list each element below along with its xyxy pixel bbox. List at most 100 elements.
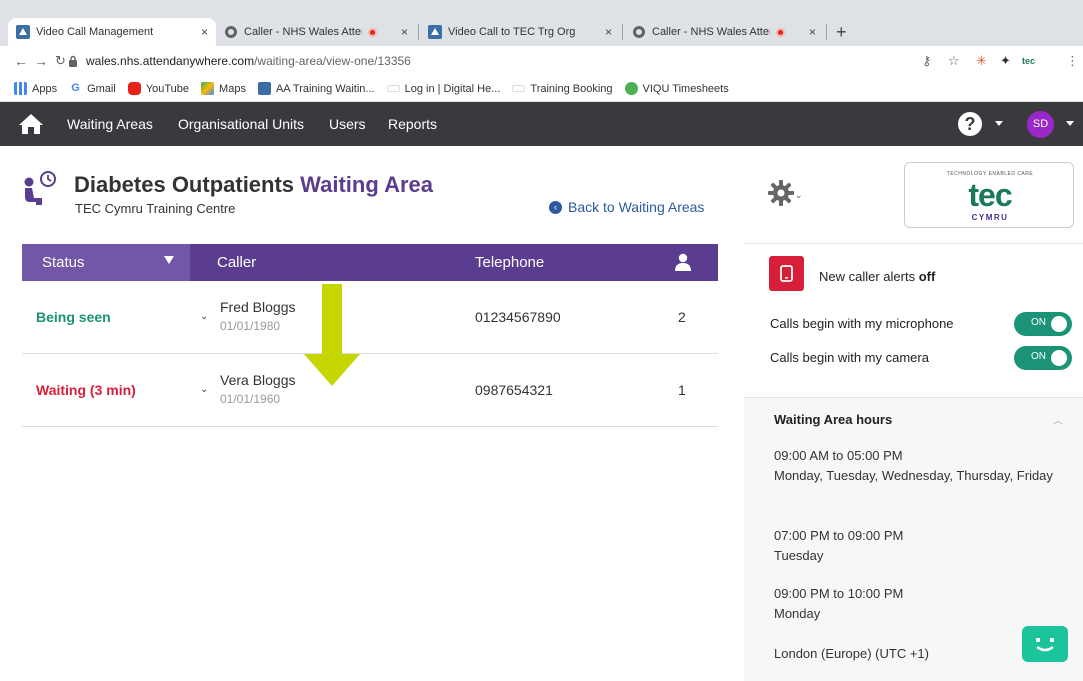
forward-arrow-icon[interactable]: →	[34, 53, 48, 69]
toggle-label: ON	[1031, 351, 1046, 362]
back-link-label: Back to Waiting Areas	[568, 199, 705, 215]
browser-menu-icon[interactable]: ⋮	[1066, 53, 1079, 69]
back-arrow-icon[interactable]: ←	[14, 53, 28, 69]
table-row[interactable]: Being seen ⌄ Fred Bloggs 01/01/1980 0123…	[22, 281, 718, 354]
caller-name: Vera Bloggs	[220, 372, 296, 388]
status-header-label: Status	[42, 254, 85, 271]
camera-toggle[interactable]: ON	[1014, 346, 1072, 370]
logo-sub: CYMRU	[971, 213, 1009, 222]
hours-days: Monday	[774, 606, 821, 621]
globe-icon	[225, 26, 237, 38]
side-panel-header: ⌄ TECHNOLOGY ENABLED CARE tec CYMRU	[744, 146, 1083, 244]
address-bar: ← → ↻ wales.nhs.attendanywhere.com/waiti…	[0, 46, 1083, 76]
tab-close-icon[interactable]: ×	[201, 25, 208, 39]
tab-close-icon[interactable]: ×	[809, 25, 816, 39]
help-caret-icon[interactable]	[995, 121, 1003, 126]
nav-organisational-units[interactable]: Organisational Units	[178, 102, 304, 146]
apps-grid-icon	[14, 82, 27, 95]
bookmark-training-booking[interactable]: Training Booking	[512, 83, 613, 95]
star-icon[interactable]: ☆	[948, 53, 960, 69]
browser-tab-video-call-management[interactable]: Video Call Management ×	[8, 18, 216, 46]
toggle-knob	[1051, 316, 1067, 332]
chevron-down-icon[interactable]: ⌄	[200, 384, 208, 395]
globe-icon	[633, 26, 645, 38]
extension-sparkle-icon[interactable]: ✳	[976, 53, 987, 69]
bookmark-digital-health[interactable]: Log in | Digital He...	[386, 82, 501, 95]
nav-waiting-areas[interactable]: Waiting Areas	[67, 102, 153, 146]
new-tab-button[interactable]: +	[836, 20, 847, 44]
home-icon[interactable]	[18, 112, 44, 136]
bookmarks-bar: Apps G Gmail YouTube Maps AA Training Wai…	[0, 76, 1083, 102]
user-avatar[interactable]: SD	[1027, 111, 1054, 138]
alerts-prefix: New caller alerts	[819, 269, 919, 284]
chat-bot-button[interactable]	[1022, 626, 1068, 662]
tec-cymru-logo: TECHNOLOGY ENABLED CARE tec CYMRU	[904, 162, 1074, 228]
puzzle-icon[interactable]: ✦	[1000, 53, 1011, 69]
key-icon[interactable]: ⚷	[922, 53, 932, 69]
user-menu-caret-icon[interactable]	[1066, 121, 1074, 126]
bookmark-maps[interactable]: Maps	[201, 82, 246, 95]
bookmark-aa-training[interactable]: AA Training Waitin...	[257, 82, 375, 95]
hours-time: 07:00 PM to 09:00 PM	[774, 528, 904, 543]
hours-days: Tuesday	[774, 548, 824, 563]
filter-icon[interactable]	[164, 256, 174, 264]
help-icon[interactable]: ?	[958, 112, 982, 136]
call-settings: New caller alerts off Calls begin with m…	[744, 244, 1083, 398]
caller-telephone: 0987654321	[475, 382, 553, 398]
chevron-up-icon[interactable]: ︿	[1053, 412, 1063, 427]
participant-count: 2	[678, 309, 686, 325]
bookmark-label: Log in | Digital He...	[404, 82, 501, 95]
url-host: wales.nhs.attendanywhere.com	[86, 54, 255, 68]
page-subtitle: TEC Cymru Training Centre	[75, 201, 236, 216]
youtube-icon	[127, 82, 141, 95]
app-navbar: Waiting Areas Organisational Units Users…	[0, 102, 1083, 146]
tab-close-icon[interactable]: ×	[401, 25, 408, 39]
reload-icon[interactable]: ↻	[55, 53, 66, 69]
attend-anywhere-favicon-icon	[16, 25, 30, 39]
tab-separator	[826, 24, 827, 40]
alerts-state: off	[918, 269, 936, 284]
browser-tab-caller-2[interactable]: Caller - NHS Wales Attend ×	[624, 18, 824, 46]
microphone-toggle[interactable]: ON	[1014, 312, 1072, 336]
camera-option-label: Calls begin with my camera	[770, 350, 929, 365]
hours-time: 09:00 PM to 10:00 PM	[774, 586, 904, 601]
nav-users[interactable]: Users	[329, 102, 366, 146]
nav-reports[interactable]: Reports	[388, 102, 437, 146]
bookmark-label: Apps	[32, 82, 58, 95]
logo-wordmark: tec	[968, 177, 1012, 213]
settings-chevron-down-icon[interactable]: ⌄	[795, 190, 803, 201]
back-to-waiting-areas-link[interactable]: ‹ Back to Waiting Areas	[549, 199, 704, 215]
bookmark-gmail[interactable]: G Gmail	[69, 82, 116, 95]
bookmark-apps[interactable]: Apps	[14, 82, 57, 95]
page-title-main: Diabetes Outpatients	[74, 172, 295, 197]
url-field[interactable]: wales.nhs.attendanywhere.com/waiting-are…	[86, 54, 411, 68]
bookmark-viqu[interactable]: VIQU Timesheets	[624, 82, 729, 95]
table-row[interactable]: Waiting (3 min) ⌄ Vera Bloggs 01/01/1960…	[22, 354, 718, 427]
attend-anywhere-favicon-icon	[257, 82, 271, 95]
tab-separator	[418, 24, 419, 40]
chevron-down-icon[interactable]: ⌄	[200, 311, 208, 322]
browser-tab-bar: Video Call Management × Caller - NHS Wal…	[0, 0, 1083, 46]
hours-time: 09:00 AM to 05:00 PM	[774, 448, 903, 463]
hours-entry: 07:00 PM to 09:00 PM Tuesday	[774, 526, 1064, 566]
tab-close-icon[interactable]: ×	[605, 25, 612, 39]
hours-entry: 09:00 PM to 10:00 PM Monday	[774, 584, 1064, 624]
dhcw-icon	[512, 85, 526, 92]
browser-tab-video-call-tec[interactable]: Video Call to TEC Trg Org ×	[420, 18, 620, 46]
gear-icon[interactable]	[767, 179, 795, 207]
tec-extension-icon[interactable]: tec	[1022, 56, 1035, 66]
attend-anywhere-favicon-icon	[428, 25, 442, 39]
caller-column-header: Caller	[217, 254, 257, 271]
timezone: London (Europe) (UTC +1)	[774, 646, 929, 661]
caller-telephone: 01234567890	[475, 309, 561, 325]
toggle-knob	[1051, 350, 1067, 366]
tab-title: Caller - NHS Wales Attend	[244, 26, 362, 38]
bookmark-youtube[interactable]: YouTube	[127, 82, 189, 95]
caller-alerts-button[interactable]	[769, 256, 804, 291]
hours-days: Monday, Tuesday, Wednesday, Thursday, Fr…	[774, 468, 1053, 483]
row-status: Waiting (3 min)	[36, 382, 136, 398]
waiting-area-hours-heading[interactable]: Waiting Area hours	[774, 412, 892, 427]
bookmark-label: Gmail	[87, 82, 116, 95]
mobile-phone-icon	[780, 265, 793, 282]
browser-tab-caller-1[interactable]: Caller - NHS Wales Attend ×	[216, 18, 416, 46]
